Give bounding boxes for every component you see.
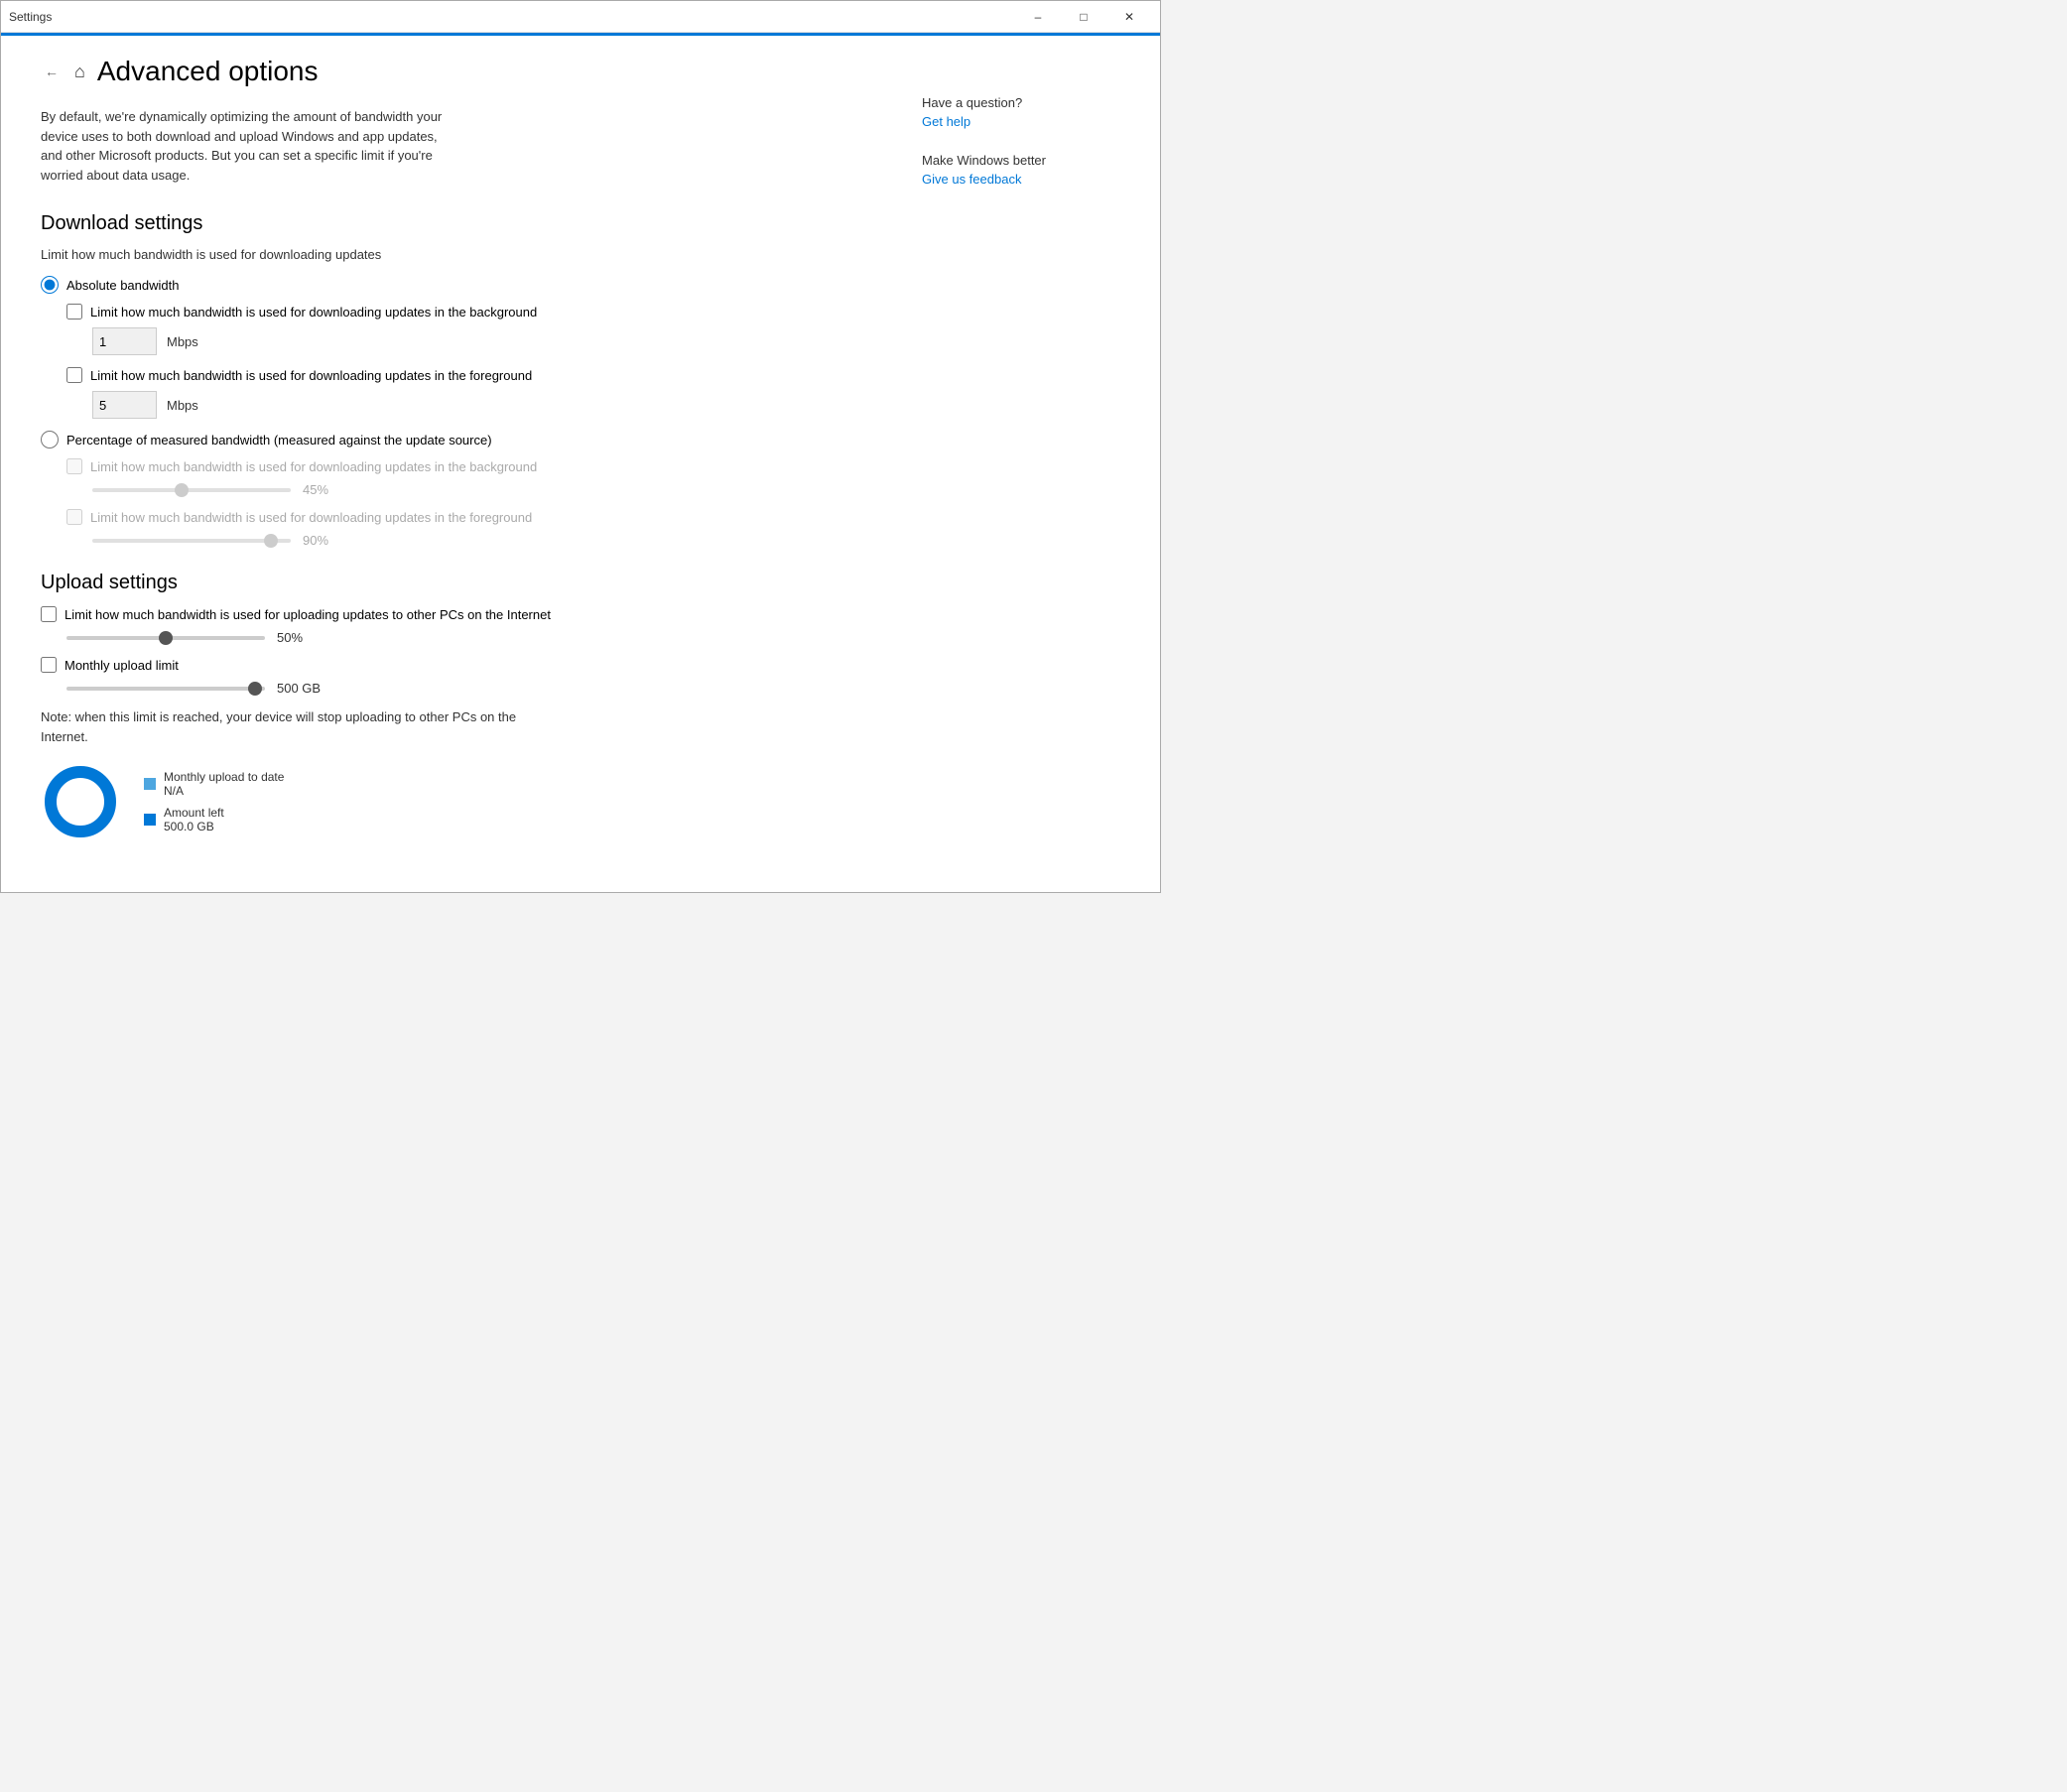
home-icon[interactable]: ⌂ — [74, 62, 85, 82]
make-better-text: Make Windows better — [922, 153, 1130, 168]
fg-mbps-unit: Mbps — [167, 398, 198, 413]
upload-section-title: Upload settings — [41, 572, 862, 594]
monthly-checkbox-label: Monthly upload limit — [65, 658, 179, 673]
get-help-link[interactable]: Get help — [922, 114, 1130, 129]
restore-button[interactable]: □ — [1061, 1, 1106, 33]
fg-checkbox-pct-input[interactable] — [66, 509, 82, 525]
upload-section: Upload settings Limit how much bandwidth… — [41, 572, 862, 841]
back-button[interactable]: ← — [41, 60, 63, 83]
bg-checkbox-absolute-input[interactable] — [66, 304, 82, 320]
bg-mbps-unit: Mbps — [167, 334, 198, 349]
monthly-slider-thumb — [248, 682, 262, 696]
radio-percentage-input[interactable] — [41, 431, 59, 448]
fg-mbps-input[interactable] — [92, 391, 157, 419]
monthly-checkbox-input[interactable] — [41, 657, 57, 673]
upload-slider-thumb — [159, 631, 173, 645]
legend-monthly-value: N/A — [164, 784, 284, 798]
page-description: By default, we're dynamically optimizing… — [41, 107, 457, 185]
bg-slider-value-pct: 45% — [303, 482, 328, 497]
titlebar: Settings – □ ✕ — [1, 1, 1160, 33]
radio-absolute-label: Absolute bandwidth — [66, 278, 179, 293]
radio-percentage[interactable]: Percentage of measured bandwidth (measur… — [41, 431, 862, 448]
donut-svg — [41, 762, 120, 841]
legend-items: Monthly upload to date N/A Amount left 5… — [144, 770, 284, 833]
fg-checkbox-pct-label: Limit how much bandwidth is used for dow… — [90, 510, 532, 525]
legend-dot-monthly — [144, 778, 156, 790]
fg-slider-track-pct[interactable] — [92, 539, 291, 543]
main-layout: ← ⌂ Advanced options By default, we're d… — [1, 36, 1160, 892]
download-subtitle: Limit how much bandwidth is used for dow… — [41, 247, 862, 262]
bandwidth-radio-group: Absolute bandwidth Limit how much bandwi… — [41, 276, 862, 548]
bg-slider-row-pct: 45% — [92, 482, 862, 497]
upload-note: Note: when this limit is reached, your d… — [41, 707, 517, 746]
bg-checkbox-pct-label: Limit how much bandwidth is used for dow… — [90, 459, 537, 474]
radio-absolute-input[interactable] — [41, 276, 59, 294]
content-area: ← ⌂ Advanced options By default, we're d… — [1, 36, 902, 892]
monthly-slider-value: 500 GB — [277, 681, 321, 696]
titlebar-left: Settings — [9, 10, 52, 24]
close-button[interactable]: ✕ — [1106, 1, 1152, 33]
fg-checkbox-pct[interactable]: Limit how much bandwidth is used for dow… — [66, 509, 862, 525]
donut-chart — [41, 762, 120, 841]
upload-slider-track[interactable] — [66, 636, 265, 640]
fg-slider-value-pct: 90% — [303, 533, 328, 548]
upload-checkbox-input[interactable] — [41, 606, 57, 622]
fg-checkbox-absolute[interactable]: Limit how much bandwidth is used for dow… — [66, 367, 862, 383]
bg-checkbox-pct-input[interactable] — [66, 458, 82, 474]
help-panel: Have a question? Get help Make Windows b… — [902, 36, 1160, 892]
legend-dot-amount — [144, 814, 156, 826]
legend-monthly-label: Monthly upload to date — [164, 770, 284, 784]
minimize-button[interactable]: – — [1015, 1, 1061, 33]
upload-checkbox-label: Limit how much bandwidth is used for upl… — [65, 607, 551, 622]
help-question: Have a question? — [922, 95, 1130, 110]
feedback-link[interactable]: Give us feedback — [922, 172, 1130, 187]
legend-amount-value: 500.0 GB — [164, 820, 224, 833]
chart-area: Monthly upload to date N/A Amount left 5… — [41, 762, 862, 841]
radio-percentage-label: Percentage of measured bandwidth (measur… — [66, 433, 492, 448]
bg-checkbox-absolute-label: Limit how much bandwidth is used for dow… — [90, 305, 537, 320]
fg-slider-row-pct: 90% — [92, 533, 862, 548]
monthly-slider-track[interactable] — [66, 687, 265, 691]
download-section-title: Download settings — [41, 212, 862, 235]
bg-slider-thumb-pct — [175, 483, 189, 497]
fg-checkbox-absolute-label: Limit how much bandwidth is used for dow… — [90, 368, 532, 383]
bg-mbps-input[interactable] — [92, 327, 157, 355]
fg-input-row: Mbps — [92, 391, 862, 419]
legend-monthly-text: Monthly upload to date N/A — [164, 770, 284, 798]
page-header: ← ⌂ Advanced options — [41, 56, 862, 87]
bg-input-row: Mbps — [92, 327, 862, 355]
monthly-checkbox[interactable]: Monthly upload limit — [41, 657, 862, 673]
page-title: Advanced options — [97, 56, 319, 87]
upload-checkbox[interactable]: Limit how much bandwidth is used for upl… — [41, 606, 862, 622]
legend-amount-left: Amount left 500.0 GB — [144, 806, 284, 833]
fg-checkbox-absolute-input[interactable] — [66, 367, 82, 383]
titlebar-title: Settings — [9, 10, 52, 24]
legend-monthly-upload: Monthly upload to date N/A — [144, 770, 284, 798]
titlebar-controls: – □ ✕ — [1015, 1, 1152, 33]
upload-slider-value: 50% — [277, 630, 303, 645]
legend-amount-text: Amount left 500.0 GB — [164, 806, 224, 833]
upload-slider-row: 50% — [66, 630, 862, 645]
bg-slider-track-pct[interactable] — [92, 488, 291, 492]
legend-amount-label: Amount left — [164, 806, 224, 820]
monthly-slider-row: 500 GB — [66, 681, 862, 696]
radio-absolute[interactable]: Absolute bandwidth — [41, 276, 862, 294]
bg-checkbox-absolute[interactable]: Limit how much bandwidth is used for dow… — [66, 304, 862, 320]
fg-slider-thumb-pct — [264, 534, 278, 548]
bg-checkbox-pct[interactable]: Limit how much bandwidth is used for dow… — [66, 458, 862, 474]
